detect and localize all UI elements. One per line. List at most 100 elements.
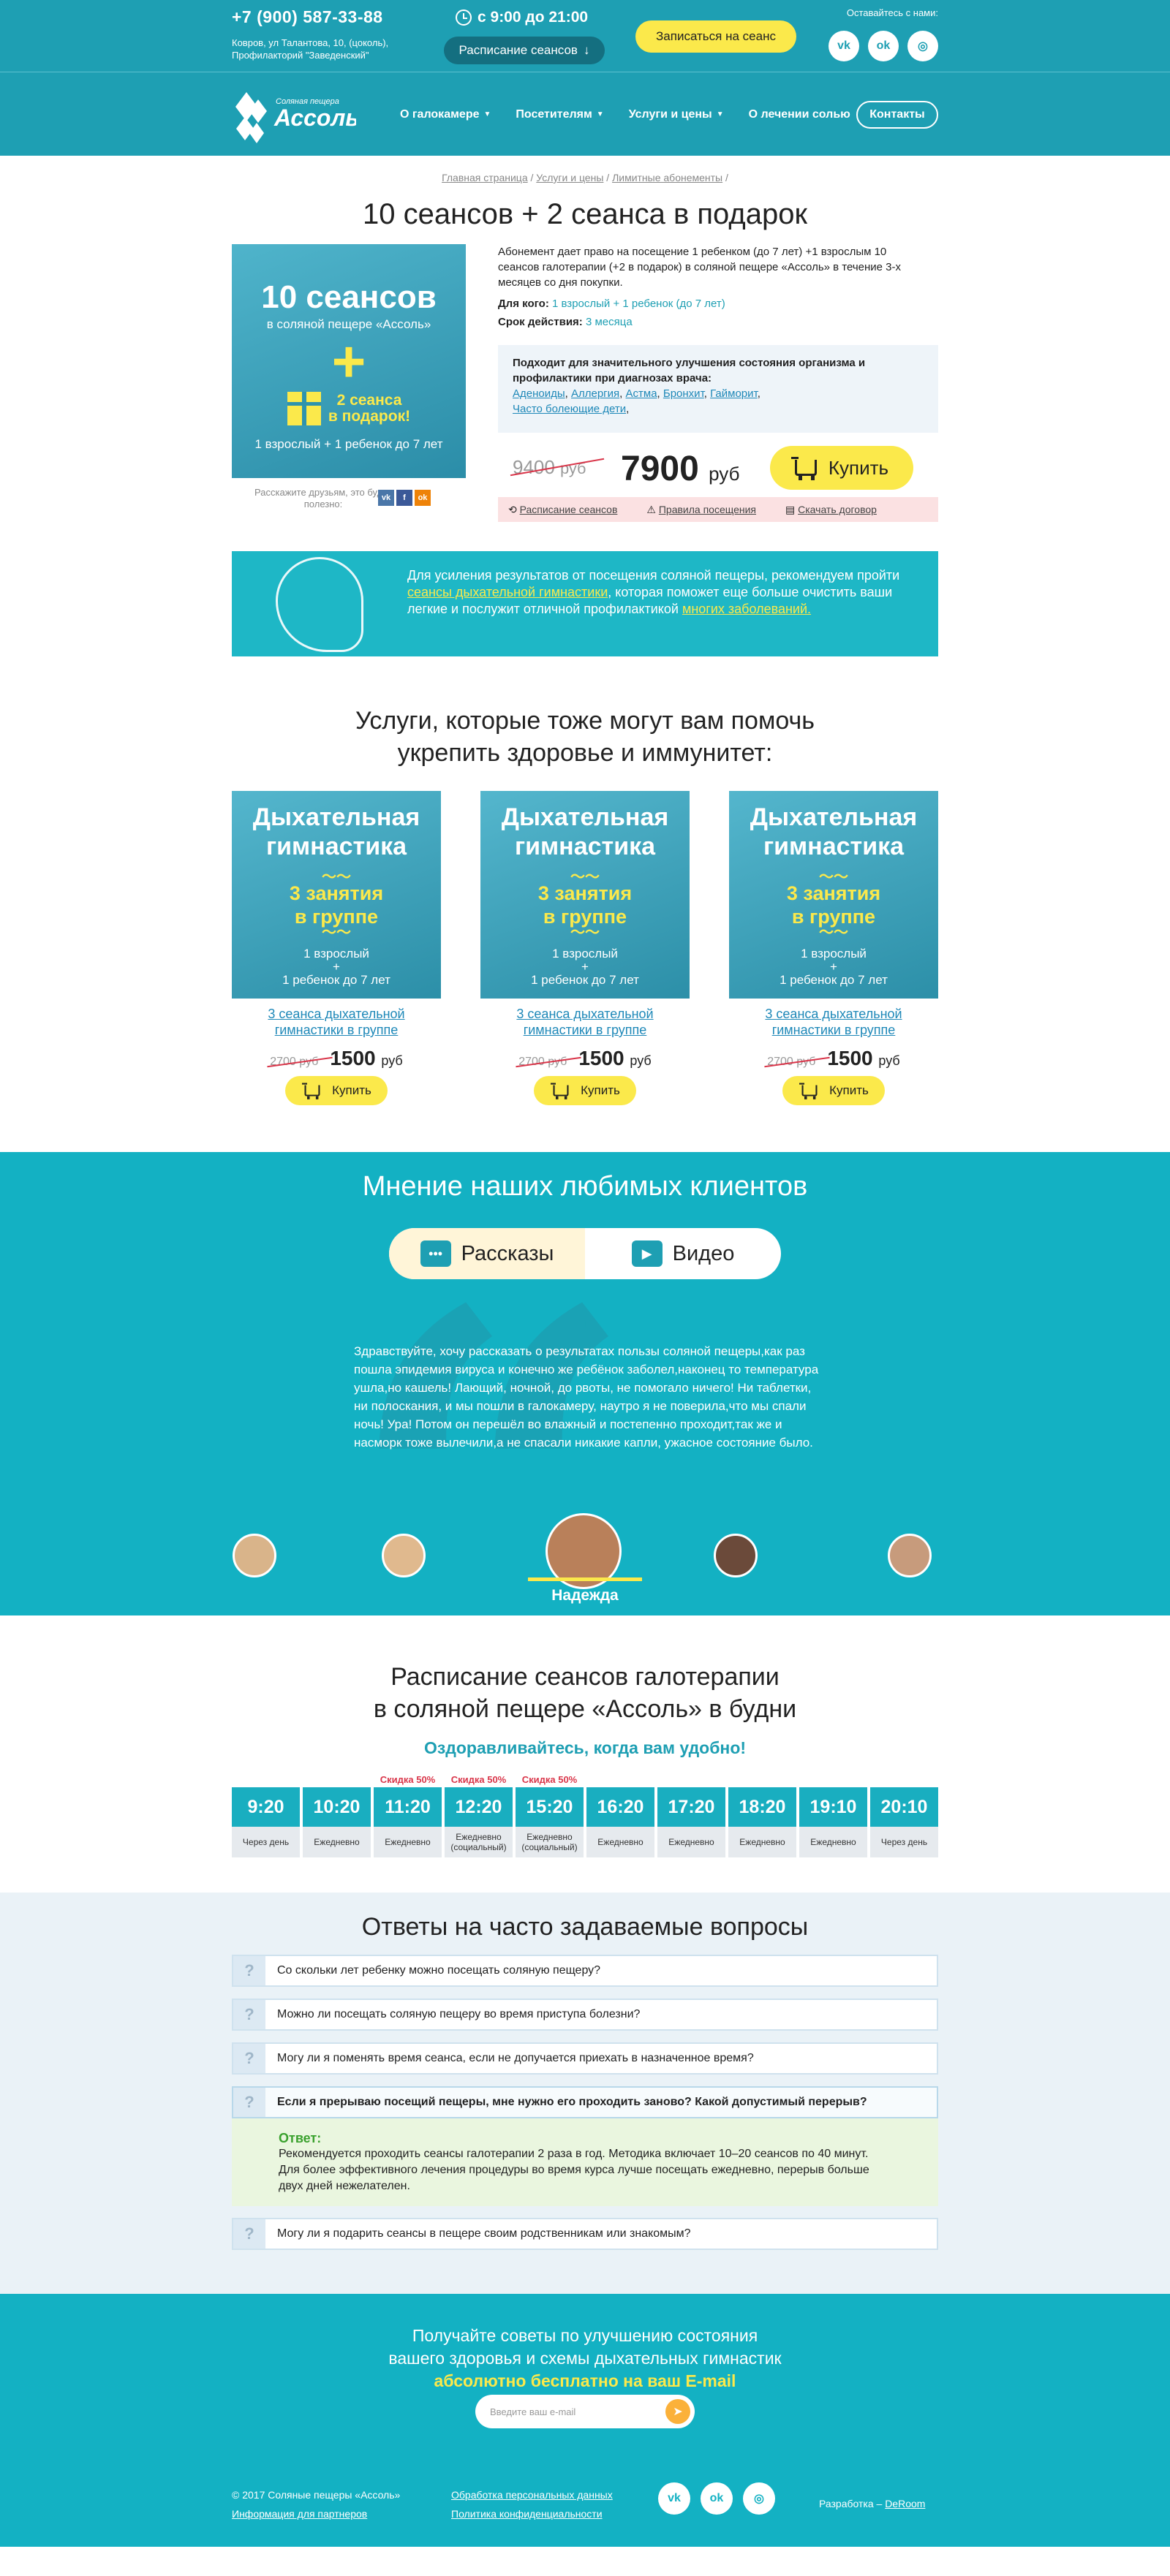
footer-socials: vk ok ◎ <box>658 2482 775 2515</box>
quote-icon: ❝ <box>577 1312 593 1344</box>
gift-icon <box>287 392 321 425</box>
schedule-slot[interactable]: 16:20 Ежедневно <box>586 1773 654 1857</box>
contract-link[interactable]: ▤ Скачать договор <box>785 504 877 516</box>
faq-answer: Ответ: Рекомендуется проходить сеансы гал… <box>232 2118 938 2206</box>
email-field[interactable]: Введите ваш e-mail ➤ <box>475 2395 695 2428</box>
facebook-share-icon[interactable]: f <box>396 490 412 506</box>
menu-item-salt-treatment[interactable]: О лечении солью <box>749 108 850 121</box>
breadcrumb-services[interactable]: Услуги и цены <box>536 172 603 183</box>
product-block: 10 сеансов в соляной пещере «Ассоль» + 2… <box>232 244 938 551</box>
share-icons: vk f ok <box>378 490 431 506</box>
contacts-button[interactable]: Контакты <box>856 101 938 129</box>
menu-item-services[interactable]: Услуги и цены ▼ <box>629 108 724 121</box>
avatar[interactable] <box>888 1534 932 1577</box>
breadcrumb-home[interactable]: Главная страница <box>442 172 528 183</box>
faq-question[interactable]: ? Могу ли я подарить сеансы в пещере свои… <box>232 2218 938 2250</box>
privacy-link[interactable]: Политика конфиденциальности <box>451 2508 603 2520</box>
ok-share-icon[interactable]: ok <box>415 490 431 506</box>
faq-question-open[interactable]: ? Если я прерываю посещий пещеры, мне нуж… <box>232 2086 938 2118</box>
schedule-slot[interactable]: Скидка 50% 12:20 Ежедневно (социальный) <box>445 1773 513 1857</box>
product-description: Абонемент дает право на посещение 1 ребе… <box>498 246 902 328</box>
service-card-image[interactable]: Дыхательная гимнастика ～～ 3 занятия в группе… <box>729 791 938 999</box>
odnoklassniki-icon[interactable]: ok <box>701 2482 733 2515</box>
instagram-icon[interactable]: ◎ <box>907 31 938 61</box>
schedule-slot[interactable]: Скидка 50% 11:20 Ежедневно <box>374 1773 442 1857</box>
chat-icon: ••• <box>420 1240 451 1267</box>
schedule-slot[interactable]: 9:20 Через день <box>232 1773 300 1857</box>
service-card: Дыхательная гимнастика ～～ 3 занятия в группе… <box>729 791 938 1105</box>
signup-button[interactable]: Записаться на сеанс <box>635 20 796 53</box>
schedule-slot[interactable]: 18:20 Ежедневно <box>728 1773 796 1857</box>
instagram-icon[interactable]: ◎ <box>743 2482 775 2515</box>
tab-stories[interactable]: ••• Рассказы <box>389 1228 585 1279</box>
clock-icon <box>456 10 472 26</box>
logo[interactable]: Соляная пещера Ассоль <box>232 85 359 146</box>
send-icon[interactable]: ➤ <box>665 2399 690 2424</box>
service-link[interactable]: 3 сеанса дыхательной гимнастики в группе <box>232 1006 441 1038</box>
reviews-heading: Мнение наших любимых клиентов <box>362 1171 808 1202</box>
breadcrumb: Главная страница / Услуги и цены / Лимит… <box>442 172 728 183</box>
phone-number[interactable]: +7 (900) 587-33-88 <box>232 7 383 27</box>
tag-allergy[interactable]: Аллергия <box>571 387 619 400</box>
service-link[interactable]: 3 сеанса дыхательной гимнастики в группе <box>729 1006 938 1038</box>
breathing-link[interactable]: сеансы дыхательной гимнастики <box>407 585 608 599</box>
tab-video[interactable]: ▶ Видео <box>585 1228 781 1279</box>
tag-adenoids[interactable]: Аденоиды <box>513 387 565 400</box>
cart-icon <box>799 1083 818 1099</box>
faq-section: Ответы на часто задаваемые вопросы ? Со с… <box>0 1893 1170 2294</box>
share-text: Расскажите друзьям, это будет полезно: <box>254 487 392 509</box>
footer: Получайте советы по улучшению состояния в… <box>0 2294 1170 2547</box>
schedule-heading: Расписание сеансов галотерапии в соляной … <box>373 1663 797 1723</box>
faq-question[interactable]: ? Могу ли я поменять время сеанса, если н… <box>232 2042 938 2075</box>
service-card-image[interactable]: Дыхательная гимнастика ～～ 3 занятия в группе… <box>232 791 441 999</box>
reviews-toggle: ••• Рассказы ▶ Видео <box>389 1228 781 1279</box>
cart-icon <box>551 1083 569 1099</box>
vk-share-icon[interactable]: vk <box>378 490 394 506</box>
head-profile-icon <box>276 557 363 652</box>
faq-question[interactable]: ? Можно ли посещать соляную пещеру во вре… <box>232 1999 938 2031</box>
buy-button[interactable]: Купить <box>770 446 913 490</box>
reviewer-name: Надежда <box>528 1577 642 1605</box>
tag-asthma[interactable]: Астма <box>626 387 657 400</box>
service-buy-button[interactable]: Купить <box>782 1076 885 1105</box>
breadcrumb-limited[interactable]: Лимитные абонементы <box>612 172 722 183</box>
developer-credit: Разработка – DeRoom <box>819 2498 926 2509</box>
review-text: Здравствуйте, хочу рассказать о результа… <box>354 1344 819 1450</box>
service-buy-button[interactable]: Купить <box>285 1076 388 1105</box>
main-nav: Соляная пещера Ассоль О галокамере ▼ Посе… <box>0 72 1170 156</box>
odnoklassniki-icon[interactable]: ok <box>868 31 899 61</box>
menu-item-visitors[interactable]: Посетителям ▼ <box>516 108 603 121</box>
salt-crystal-icon: Соляная пещера Ассоль <box>235 92 359 143</box>
schedule-slot[interactable]: Скидка 50% 15:20 Ежедневно (социальный) <box>516 1773 584 1857</box>
service-card-image[interactable]: Дыхательная гимнастика ～～ 3 занятия в группе… <box>480 791 690 999</box>
service-link[interactable]: 3 сеанса дыхательной гимнастики в группе <box>480 1006 690 1038</box>
avatar[interactable] <box>714 1534 758 1577</box>
faq-question[interactable]: ? Со скольки лет ребенку можно посещать с… <box>232 1955 938 1987</box>
developer-link[interactable]: DeRoom <box>885 2498 925 2509</box>
old-price: 9400 руб <box>513 456 586 478</box>
faq-heading: Ответы на часто задаваемые вопросы <box>361 1913 809 1941</box>
avatar[interactable] <box>382 1534 426 1577</box>
vk-icon[interactable]: vk <box>658 2482 690 2515</box>
personal-data-link[interactable]: Обработка персональных данных <box>451 2489 613 2501</box>
diseases-link[interactable]: многих заболеваний. <box>682 602 811 616</box>
schedule-button[interactable]: Расписание сеансов ↓ <box>444 37 605 64</box>
footer-legal: Обработка персональных данных Политика ко… <box>451 2485 613 2523</box>
rules-link[interactable]: ⚠ Правила посещения <box>646 504 756 516</box>
service-buy-button[interactable]: Купить <box>534 1076 636 1105</box>
arrow-down-icon: ↓ <box>583 43 590 57</box>
schedule-slot[interactable]: 19:10 Ежедневно <box>799 1773 867 1857</box>
schedule-slot[interactable]: 20:10 Через день <box>870 1773 938 1857</box>
schedule-slot[interactable]: 10:20 Ежедневно <box>303 1773 371 1857</box>
partners-link[interactable]: Информация для партнеров <box>232 2508 367 2520</box>
vk-icon[interactable]: vk <box>829 31 859 61</box>
top-bar: +7 (900) 587-33-88 Ковров, ул Талантова,… <box>0 0 1170 72</box>
tag-bronchitis[interactable]: Бронхит <box>663 387 704 400</box>
avatar[interactable] <box>233 1534 276 1577</box>
menu-item-galochamber[interactable]: О галокамере ▼ <box>400 108 491 121</box>
footer-left: © 2017 Соляные пещеры «Ассоль» Информация… <box>232 2489 401 2520</box>
schedule-slot[interactable]: 17:20 Ежедневно <box>657 1773 725 1857</box>
tag-sick-children[interactable]: Часто болеющие дети <box>513 403 626 415</box>
schedule-link[interactable]: ⟲ Расписание сеансов <box>508 504 617 516</box>
tag-sinusitis[interactable]: Гайморит <box>710 387 758 400</box>
